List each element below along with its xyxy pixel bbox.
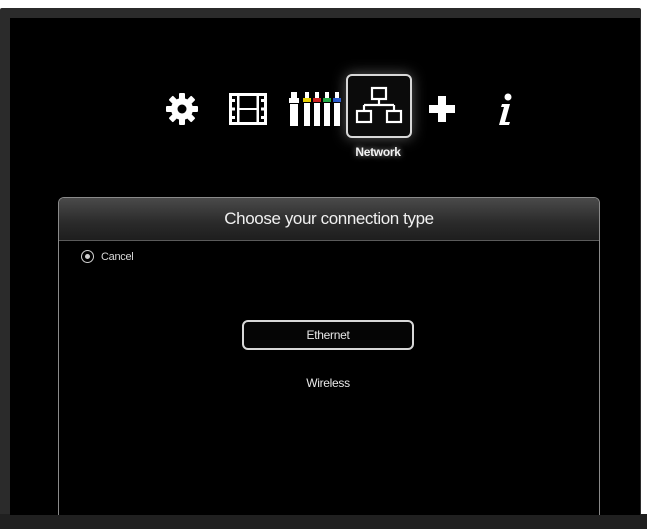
cancel-label: Cancel (101, 250, 134, 263)
selected-menu-label: Network (355, 145, 401, 159)
ethernet-option[interactable]: Ethernet (242, 320, 414, 350)
cancel-button[interactable]: Cancel (81, 250, 134, 263)
dialog-title: Choose your connection type (59, 198, 599, 241)
radio-dot-icon (81, 250, 94, 263)
tv-screen: Network Choose your connection type Canc… (10, 18, 640, 515)
connection-type-dialog: Choose your connection type Cancel Ether… (58, 197, 600, 515)
av-connectors-icon[interactable] (286, 90, 342, 128)
network-icon[interactable] (346, 74, 412, 138)
gear-icon[interactable] (162, 90, 202, 128)
screen-bottom-bezel (0, 514, 647, 529)
plus-icon[interactable] (424, 90, 460, 128)
info-icon[interactable] (490, 90, 520, 128)
settings-icon-bar: Network (10, 18, 640, 198)
film-strip-icon[interactable] (227, 90, 269, 128)
wireless-option[interactable]: Wireless (242, 368, 414, 398)
